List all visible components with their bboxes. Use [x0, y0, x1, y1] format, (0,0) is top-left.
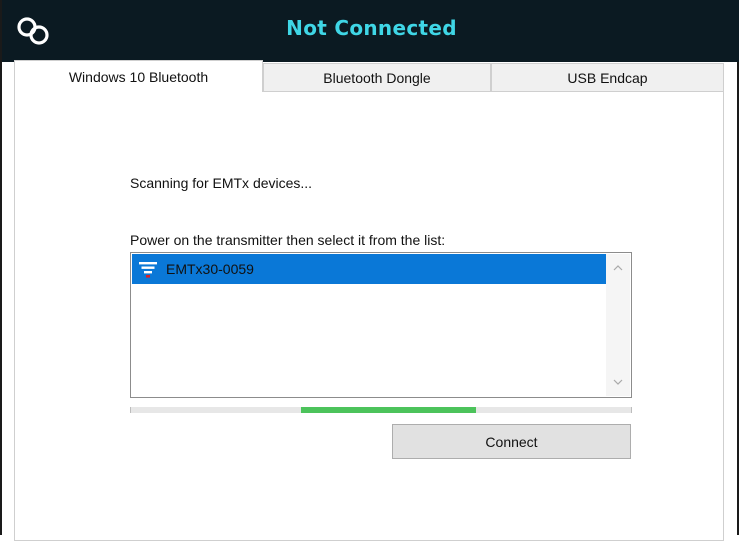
list-scrollbar[interactable] [606, 254, 630, 396]
device-name: EMTx30-0059 [166, 261, 254, 277]
scan-progress-bar [130, 407, 632, 413]
tab-label: Windows 10 Bluetooth [68, 68, 209, 85]
scroll-down-icon[interactable] [606, 372, 630, 392]
instruction-text: Power on the transmitter then select it … [130, 232, 446, 248]
scanning-status-text: Scanning for EMTx devices... [130, 175, 313, 191]
signal-transmitter-icon [139, 262, 157, 278]
scroll-up-icon[interactable] [606, 258, 630, 278]
title-bar: Not Connected [2, 0, 739, 62]
tab-usb-endcap[interactable]: USB Endcap [491, 63, 724, 91]
device-list[interactable]: EMTx30-0059 [130, 252, 632, 398]
scan-progress-fill [301, 407, 476, 413]
app-window: Not Connected Windows 10 Bluetooth Bluet… [0, 0, 739, 541]
tab-bluetooth-dongle[interactable]: Bluetooth Dongle [263, 63, 491, 91]
connection-status-title: Not Connected [286, 16, 457, 40]
connect-button[interactable]: Connect [392, 424, 631, 459]
tab-label: USB Endcap [567, 69, 648, 86]
tab-label: Bluetooth Dongle [323, 69, 431, 86]
device-list-item[interactable]: EMTx30-0059 [132, 254, 606, 284]
tab-windows-10-bluetooth[interactable]: Windows 10 Bluetooth [14, 60, 263, 92]
